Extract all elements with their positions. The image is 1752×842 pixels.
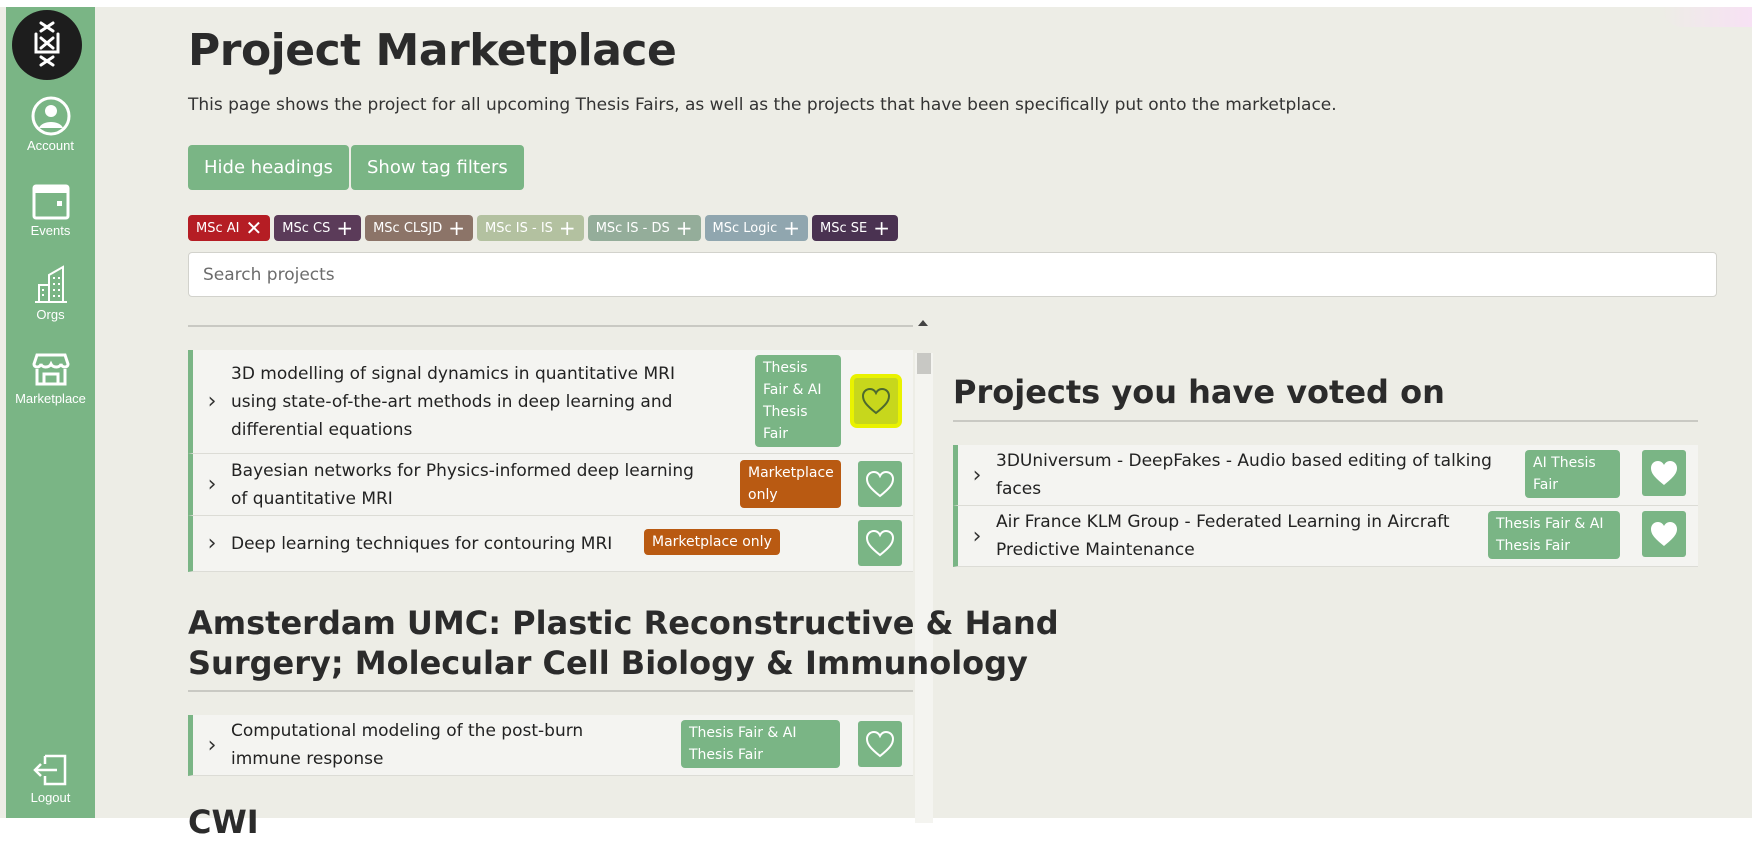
scrollbar-thumb[interactable] bbox=[917, 353, 931, 374]
project-list: › Computational modeling of the post-bur… bbox=[188, 715, 913, 776]
building-icon bbox=[34, 265, 67, 303]
voted-divider bbox=[953, 420, 1698, 422]
page-title: Project Marketplace bbox=[188, 25, 677, 76]
project-row[interactable]: › Bayesian networks for Physics-informed… bbox=[188, 454, 913, 516]
show-tag-filters-button[interactable]: Show tag filters bbox=[351, 145, 524, 190]
sidebar-item-label: Orgs bbox=[36, 307, 65, 322]
section-heading: CWI bbox=[188, 803, 259, 841]
chevron-right-icon[interactable]: › bbox=[193, 733, 231, 758]
chevron-right-icon[interactable]: › bbox=[193, 531, 231, 556]
project-row[interactable]: › Computational modeling of the post-bur… bbox=[188, 715, 913, 776]
plus-icon: + bbox=[783, 216, 801, 240]
logo-icon[interactable] bbox=[12, 10, 82, 80]
corner-decoration bbox=[1662, 7, 1752, 27]
tag-msc-clsjd[interactable]: MSc CLSJD + bbox=[365, 215, 474, 241]
marketplace-badge: Marketplace only bbox=[644, 529, 780, 555]
heart-outline-icon bbox=[865, 470, 895, 498]
section-divider bbox=[188, 690, 913, 692]
tag-label: MSc CS bbox=[282, 220, 331, 236]
chevron-right-icon[interactable]: › bbox=[193, 389, 231, 414]
vote-heart-button[interactable] bbox=[854, 378, 898, 424]
heart-outline-icon bbox=[865, 730, 895, 758]
list-divider bbox=[188, 325, 913, 327]
tag-msc-se[interactable]: MSc SE + bbox=[812, 215, 898, 241]
page-description: This page shows the project for all upco… bbox=[188, 95, 1337, 115]
marketplace-badge: Marketplace only bbox=[740, 460, 841, 508]
tag-msc-is-is[interactable]: MSc IS - IS + bbox=[477, 215, 584, 241]
project-list: › 3D modelling of signal dynamics in qua… bbox=[188, 350, 913, 572]
sidebar-item-marketplace[interactable]: Marketplace bbox=[6, 349, 95, 406]
vote-heart-button[interactable] bbox=[858, 461, 902, 507]
calendar-icon bbox=[32, 184, 69, 220]
tag-filter-bar: MSc AI ✕ MSc CS + MSc CLSJD + MSc IS - I… bbox=[188, 215, 898, 241]
scroll-up-arrow-icon[interactable] bbox=[918, 320, 928, 326]
search-input[interactable] bbox=[188, 252, 1717, 297]
heart-filled-icon bbox=[1651, 522, 1677, 546]
project-title: Computational modeling of the post-burn … bbox=[231, 721, 584, 769]
tag-label: MSc AI bbox=[196, 220, 240, 236]
sidebar-item-events[interactable]: Events bbox=[6, 181, 95, 238]
sidebar-item-label: Events bbox=[30, 223, 71, 238]
tag-msc-is-ds[interactable]: MSc IS - DS + bbox=[587, 215, 701, 241]
event-badge: Thesis Fair & AI Thesis Fair bbox=[681, 720, 840, 768]
heart-outline-icon bbox=[861, 387, 891, 415]
voted-project-row[interactable]: › 3DUniversum - DeepFakes - Audio based … bbox=[953, 445, 1698, 506]
event-badge: Thesis Fair & AI Thesis Fair bbox=[755, 355, 841, 447]
plus-icon: + bbox=[675, 216, 693, 240]
vote-heart-button[interactable] bbox=[858, 721, 902, 767]
event-badge: Thesis Fair & AI Thesis Fair bbox=[1488, 511, 1620, 559]
tag-msc-logic[interactable]: MSc Logic + bbox=[704, 215, 809, 241]
voted-project-list: › 3DUniversum - DeepFakes - Audio based … bbox=[953, 445, 1698, 567]
vote-heart-button[interactable] bbox=[858, 520, 902, 566]
sidebar: Account Events Orgs Marketplace Logout bbox=[6, 7, 95, 818]
section-heading: Amsterdam UMC: Plastic Reconstructive & … bbox=[188, 604, 1059, 682]
project-title: Air France KLM Group - Federated Learnin… bbox=[996, 512, 1450, 560]
scrollbar-track[interactable] bbox=[915, 353, 933, 823]
heart-filled-icon bbox=[1651, 461, 1677, 485]
hide-headings-button[interactable]: Hide headings bbox=[188, 145, 349, 190]
voted-projects-title: Projects you have voted on bbox=[953, 373, 1445, 411]
heart-outline-icon bbox=[865, 529, 895, 557]
plus-icon: + bbox=[448, 216, 466, 240]
close-icon: ✕ bbox=[245, 216, 263, 240]
vote-heart-button[interactable] bbox=[1642, 511, 1686, 557]
project-row[interactable]: › 3D modelling of signal dynamics in qua… bbox=[188, 350, 913, 454]
sidebar-item-orgs[interactable]: Orgs bbox=[6, 265, 95, 322]
project-title: Bayesian networks for Physics-informed d… bbox=[231, 460, 694, 509]
tag-label: MSc SE bbox=[820, 220, 868, 236]
chevron-right-icon[interactable]: › bbox=[193, 472, 231, 497]
sidebar-item-label: Account bbox=[27, 138, 74, 153]
tag-label: MSc CLSJD bbox=[373, 220, 443, 236]
plus-icon: + bbox=[873, 216, 890, 240]
storefront-icon bbox=[31, 353, 70, 386]
event-badge: AI Thesis Fair bbox=[1525, 450, 1620, 498]
project-row[interactable]: › Deep learning techniques for contourin… bbox=[188, 516, 913, 572]
chevron-right-icon[interactable]: › bbox=[958, 524, 996, 549]
project-title: 3D modelling of signal dynamics in quant… bbox=[231, 363, 676, 440]
tag-label: MSc Logic bbox=[712, 220, 778, 236]
vote-heart-button[interactable] bbox=[1642, 450, 1686, 496]
sidebar-item-label: Logout bbox=[30, 790, 71, 805]
tag-label: MSc IS - DS bbox=[595, 220, 670, 236]
plus-icon: + bbox=[336, 216, 354, 240]
sidebar-item-label: Marketplace bbox=[15, 391, 86, 406]
voted-project-row[interactable]: › Air France KLM Group - Federated Learn… bbox=[953, 506, 1698, 567]
plus-icon: + bbox=[558, 216, 576, 240]
project-title: Deep learning techniques for contouring … bbox=[231, 533, 613, 554]
chevron-right-icon[interactable]: › bbox=[958, 463, 996, 488]
sidebar-item-logout[interactable]: Logout bbox=[6, 752, 95, 805]
tag-label: MSc IS - IS bbox=[485, 220, 553, 236]
tag-msc-cs[interactable]: MSc CS + bbox=[274, 215, 362, 241]
sidebar-item-account[interactable]: Account bbox=[6, 96, 95, 153]
logout-icon bbox=[32, 754, 66, 786]
project-title: 3DUniversum - DeepFakes - Audio based ed… bbox=[996, 451, 1492, 499]
tag-msc-ai[interactable]: MSc AI ✕ bbox=[188, 215, 271, 241]
account-icon bbox=[31, 96, 70, 136]
